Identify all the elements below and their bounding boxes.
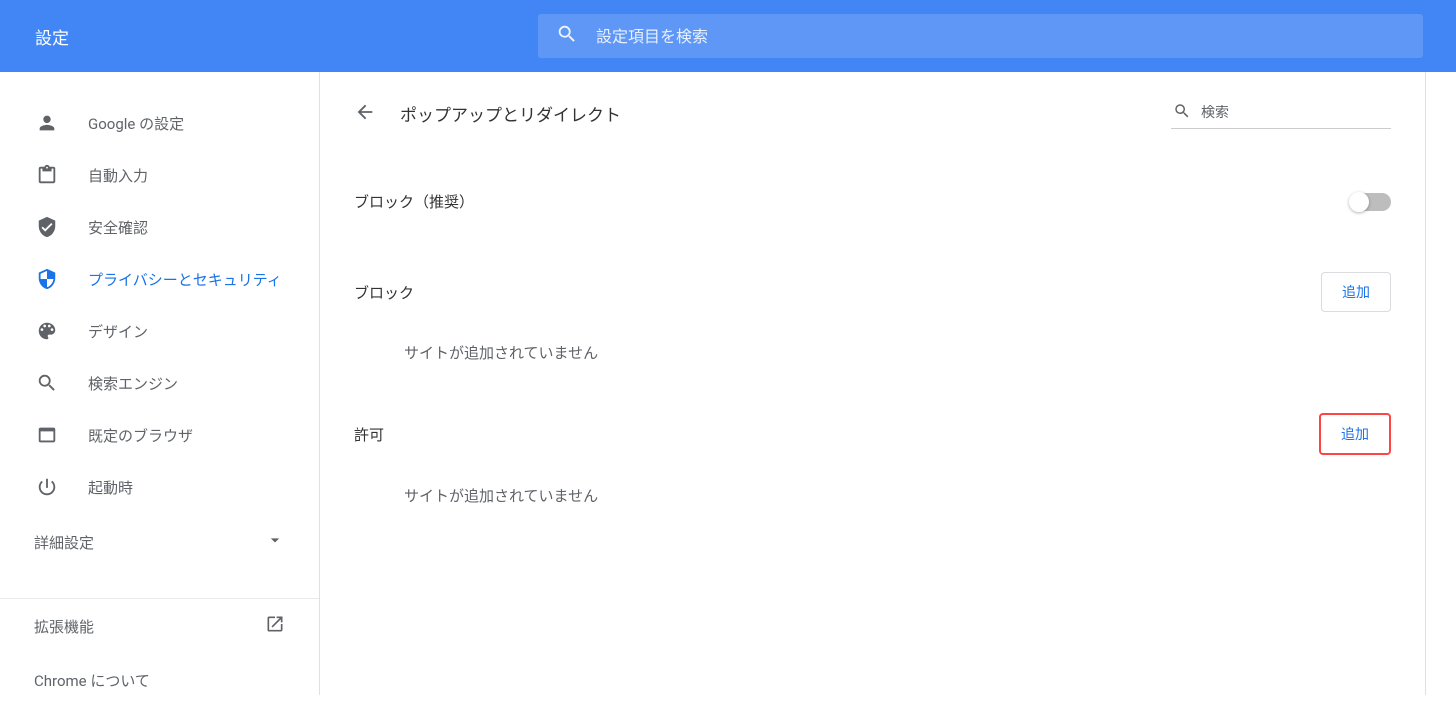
person-icon [34, 110, 60, 136]
sidebar-advanced[interactable]: 詳細設定 [0, 508, 319, 576]
shield-check-icon [34, 214, 60, 240]
allow-section: 許可 追加 サイトが追加されていません [354, 413, 1391, 516]
sidebar-item-autofill[interactable]: 自動入力 [0, 154, 319, 196]
sidebar-item-label: プライバシーとセキュリティ [88, 269, 282, 290]
content-search-input[interactable] [1201, 105, 1389, 121]
search-icon [1173, 102, 1191, 124]
sidebar-item-label: 自動入力 [88, 165, 148, 186]
block-empty-message: サイトが追加されていません [354, 312, 1391, 373]
sidebar-item-startup[interactable]: 起動時 [0, 466, 319, 508]
advanced-label: 詳細設定 [34, 532, 94, 553]
header-title: 設定 [20, 24, 538, 49]
allow-empty-message: サイトが追加されていません [354, 455, 1391, 516]
sidebar-item-label: デザイン [88, 321, 148, 342]
palette-icon [34, 318, 60, 344]
header-search[interactable] [538, 14, 1423, 58]
block-recommended-row: ブロック（推奨） [354, 161, 1391, 232]
sidebar-item-label: 検索エンジン [88, 373, 178, 394]
extensions-label: 拡張機能 [34, 616, 94, 637]
allow-section-title: 許可 [354, 424, 384, 445]
open-in-new-icon [265, 614, 285, 638]
search-icon [34, 370, 60, 396]
chevron-down-icon [265, 530, 285, 554]
content-header: ポップアップとリダイレクト [320, 72, 1425, 141]
sidebar-item-label: 起動時 [88, 477, 133, 498]
block-recommended-toggle[interactable] [1351, 193, 1391, 211]
browser-icon [34, 422, 60, 448]
sidebar-item-safety[interactable]: 安全確認 [0, 206, 319, 248]
back-button[interactable] [354, 101, 376, 127]
sidebar-item-label: Google の設定 [88, 113, 184, 134]
block-section: ブロック 追加 サイトが追加されていません [354, 272, 1391, 373]
block-recommended-label: ブロック（推奨） [354, 191, 474, 212]
sidebar-item-default-browser[interactable]: 既定のブラウザ [0, 414, 319, 456]
arrow-back-icon [354, 101, 376, 127]
shield-icon [34, 266, 60, 292]
sidebar-item-search-engine[interactable]: 検索エンジン [0, 362, 319, 404]
page-title: ポップアップとリダイレクト [400, 101, 1171, 126]
power-icon [34, 474, 60, 500]
main-content: ポップアップとリダイレクト ブロック（推奨） ブロック 追加 サイトが追加されて… [320, 72, 1426, 695]
about-label: Chrome について [34, 670, 150, 691]
sidebar-extensions[interactable]: 拡張機能 [0, 599, 319, 653]
sidebar-item-appearance[interactable]: デザイン [0, 310, 319, 352]
sidebar-item-google[interactable]: Google の設定 [0, 102, 319, 144]
block-add-button[interactable]: 追加 [1321, 272, 1391, 312]
sidebar: Google の設定 自動入力 安全確認 プライバシーとセキュリティ デザイン [0, 72, 320, 695]
clipboard-icon [34, 162, 60, 188]
app-header: 設定 [0, 0, 1456, 72]
header-search-input[interactable] [596, 27, 1405, 46]
sidebar-about[interactable]: Chrome について [0, 653, 319, 707]
sidebar-item-privacy[interactable]: プライバシーとセキュリティ [0, 258, 319, 300]
search-icon [556, 23, 578, 49]
sidebar-item-label: 安全確認 [88, 217, 148, 238]
block-section-title: ブロック [354, 282, 414, 303]
allow-add-button[interactable]: 追加 [1319, 413, 1391, 455]
sidebar-item-label: 既定のブラウザ [88, 425, 193, 446]
content-search[interactable] [1171, 98, 1391, 129]
